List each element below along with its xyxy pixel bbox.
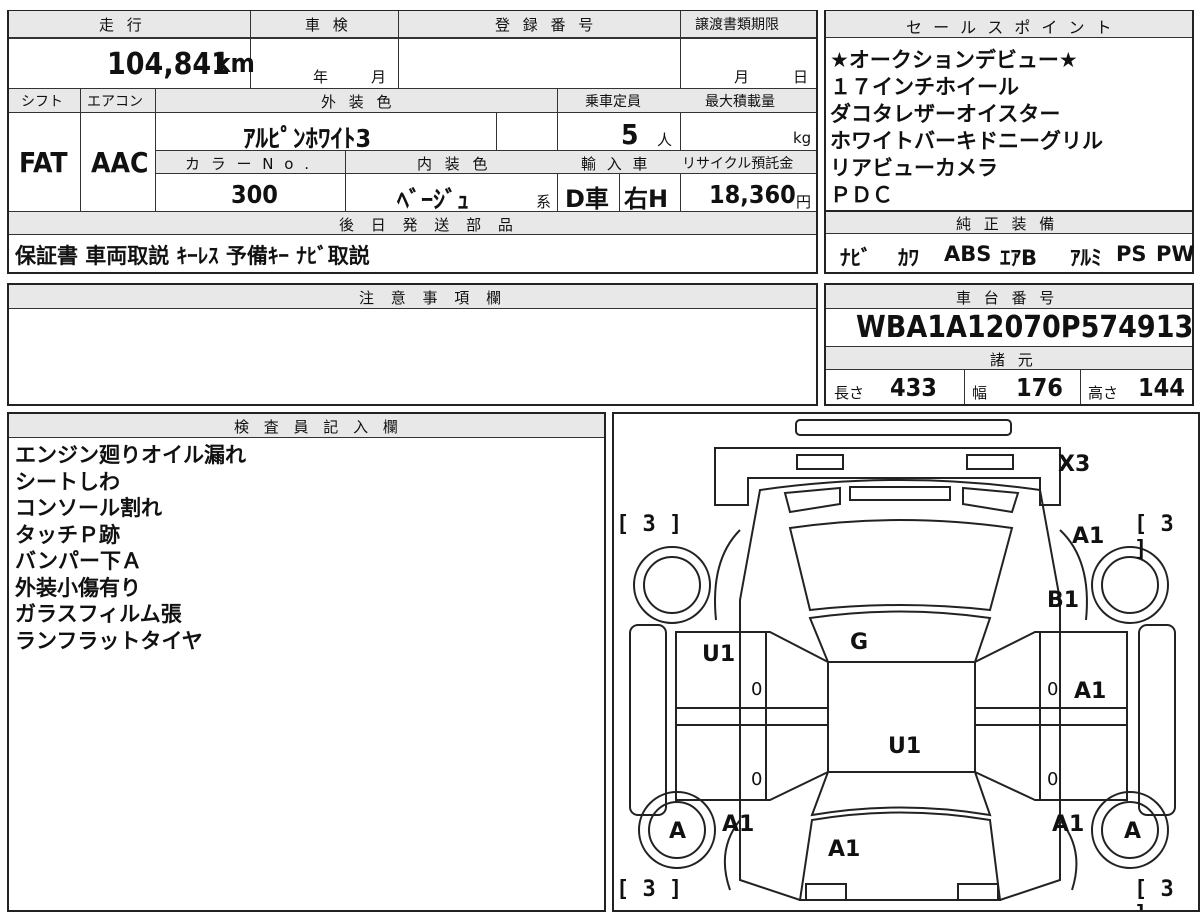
month-unit: 月 <box>371 68 387 86</box>
aircon-value: AAC <box>91 146 149 179</box>
inspector-line: エンジン廻りオイル漏れ <box>15 443 246 467</box>
damage-mark-left-front-door: A1 <box>1074 679 1107 704</box>
inspector-line: 外装小傷有り <box>15 576 141 600</box>
inspector-title: 検 査 員 記 入 欄 <box>234 418 403 436</box>
sales-points-panel: セ ー ル ス ポ イ ン ト ★オークションデビュー★ １７インチホイール ダ… <box>824 10 1194 212</box>
notes-title: 注 意 事 項 欄 <box>359 289 508 307</box>
shift-value: FAT <box>19 146 68 179</box>
interior-suffix: 系 <box>536 193 552 211</box>
capacity-unit: 人 <box>657 131 673 149</box>
chassis-title: 車 台 番 号 <box>956 289 1059 307</box>
inspector-line: ガラスフィルム張 <box>15 602 182 626</box>
equipment-item: PW <box>1156 242 1195 266</box>
mileage-label: 走 行 <box>99 16 146 34</box>
zero-mark: 0 <box>1047 679 1059 700</box>
equipment-item: ｱﾙﾐ <box>1070 246 1102 270</box>
damage-mark-left-rear-quarter: A1 <box>1052 812 1085 837</box>
deadline-month: 月 <box>734 68 750 86</box>
inspector-line: タッチＰ跡 <box>15 523 120 547</box>
exterior-color-label: 外 装 色 <box>321 93 396 111</box>
equipment-item: ｴｱB <box>1000 246 1038 270</box>
color-no-value: 300 <box>231 180 278 209</box>
equipment-item: ﾅﾋﾞ <box>840 246 872 270</box>
inspector-line: シートしわ <box>15 470 120 494</box>
interior-color-value: ﾍﾞｰｼﾞｭ <box>397 186 469 214</box>
damage-mark-front-left-fender: A1 <box>1072 524 1105 549</box>
max-load-label: 最大積載量 <box>705 94 775 110</box>
deadline-day: 日 <box>793 68 809 86</box>
interior-color-label: 内 装 色 <box>417 155 492 173</box>
aircon-label: エアコン <box>87 94 143 110</box>
damage-mark-roof: U1 <box>888 734 922 759</box>
sales-points-title: セ ー ル ス ポ イ ン ト <box>906 18 1115 37</box>
genuine-equipment-panel: 純 正 装 備 ﾅﾋﾞ ｶﾜ ABS ｴｱB ｱﾙﾐ PS PW <box>824 210 1195 274</box>
import-label: 輸 入 車 <box>581 155 651 173</box>
year-unit: 年 <box>313 68 329 86</box>
sales-point-line: ホワイトバーキドニーグリル <box>830 129 1103 153</box>
specs-title: 諸 元 <box>990 351 1037 369</box>
width-label: 幅 <box>972 384 988 402</box>
handle-value: 右H <box>624 185 669 213</box>
damage-diagram-panel: X3 A1 B1 G U1 A1 U1 A1 A1 A1 A A 0 0 0 0… <box>612 412 1200 912</box>
equipment-item: ｶﾜ <box>898 246 919 270</box>
recycle-label: リサイクル預託金 <box>682 156 794 172</box>
tire-depth-rear-right: [ 3 ] <box>616 877 683 902</box>
tire-depth-rear-left: [ 3 ] <box>1134 877 1174 910</box>
import-value: D車 <box>565 185 609 213</box>
inspector-line: コンソール割れ <box>15 496 162 520</box>
color-no-label: カ ラ ー N o . <box>185 155 313 173</box>
length-value: 433 <box>890 373 937 402</box>
damage-mark-front: X3 <box>1058 452 1091 477</box>
zero-mark: 0 <box>751 769 763 790</box>
inspector-line: バンパー下Ａ <box>15 549 143 573</box>
tire-depth-front-right: [ 3 ] <box>616 512 683 537</box>
later-parts-label: 後 日 発 送 部 品 <box>339 216 519 234</box>
equipment-item: ABS <box>944 242 992 266</box>
recycle-value: 18,360 <box>709 180 796 209</box>
capacity-label: 乗車定員 <box>585 94 641 110</box>
inspection-label: 車 検 <box>305 16 352 34</box>
zero-mark: 0 <box>1047 769 1059 790</box>
sales-point-line: リアビューカメラ <box>830 156 998 180</box>
notes-panel: 注 意 事 項 欄 <box>7 283 818 406</box>
width-value: 176 <box>1016 373 1063 402</box>
sales-point-line: ＰＤＣ <box>830 183 893 207</box>
damage-mark-right-front-door: U1 <box>702 642 736 667</box>
vehicle-info-form: 走 行 車 検 登 録 番 号 譲渡書類期限 104,841 km 年 月 月 … <box>7 10 818 274</box>
length-label: 長さ <box>834 384 865 402</box>
capacity-value: 5 <box>621 118 639 151</box>
sales-point-line: ダコタレザーオイスター <box>830 102 1061 126</box>
chassis-number: WBA1A12070P574913 <box>856 310 1194 345</box>
height-value: 144 <box>1138 373 1185 402</box>
damage-mark-right-rear-quarter: A1 <box>722 812 755 837</box>
equipment-item: PS <box>1116 242 1147 266</box>
later-parts-value: 保証書 車両取説 ｷｰﾚｽ 予備ｷｰ ﾅﾋﾞ取説 <box>15 244 370 268</box>
sales-point-line: ★オークションデビュー★ <box>830 48 1078 72</box>
damage-mark-left-rear-wheel: A <box>1124 819 1142 844</box>
zero-mark: 0 <box>751 679 763 700</box>
mileage-value: 104,841 <box>107 47 230 82</box>
damage-mark-right-rear-wheel: A <box>669 819 687 844</box>
load-unit: kg <box>793 129 812 147</box>
damage-mark-left-front-panel: B1 <box>1047 588 1080 613</box>
car-outline-diagram <box>629 419 1176 901</box>
inspector-panel: 検 査 員 記 入 欄 エンジン廻りオイル漏れ シートしわ コンソール割れ タッ… <box>7 412 606 912</box>
height-label: 高さ <box>1088 384 1119 402</box>
sales-point-line: １７インチホイール <box>830 75 1019 99</box>
damage-mark-windshield: G <box>850 630 869 655</box>
registration-label: 登 録 番 号 <box>495 16 598 34</box>
recycle-unit: 円 <box>796 193 812 211</box>
genuine-equipment-title: 純 正 装 備 <box>956 215 1059 233</box>
tire-depth-front-left: [ 3 ] <box>1134 512 1174 562</box>
chassis-spec-panel: 車 台 番 号 WBA1A12070P574913 諸 元 長さ 433 幅 1… <box>824 283 1194 406</box>
inspector-line: ランフラットタイヤ <box>15 629 203 653</box>
transfer-deadline-label: 譲渡書類期限 <box>695 17 779 33</box>
shift-label: シフト <box>21 94 63 110</box>
mileage-unit: km <box>215 49 255 79</box>
damage-mark-trunk: A1 <box>828 837 861 862</box>
